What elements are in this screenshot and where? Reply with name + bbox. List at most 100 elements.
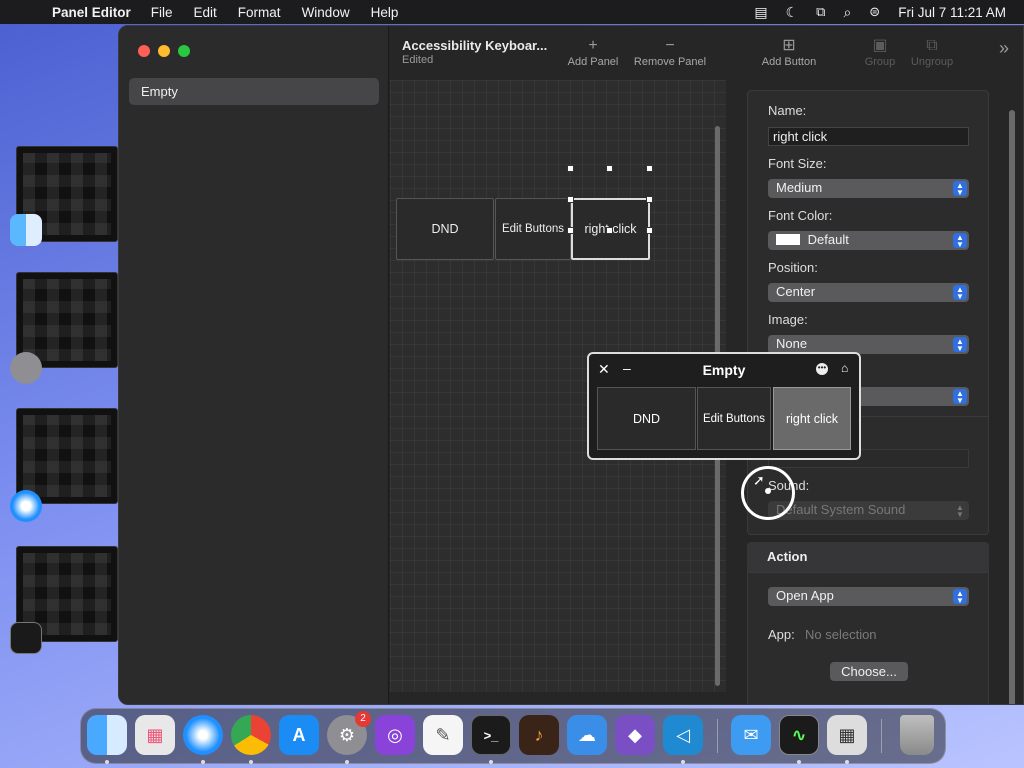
sound-popup[interactable]: Default System Sound ▲ ▼	[768, 501, 969, 520]
dock-visual-studio-icon[interactable]: ◆	[615, 715, 655, 755]
screen-mirroring-icon[interactable]: ⧉	[816, 4, 825, 20]
ungroup-button[interactable]: ⧉ Ungroup	[907, 36, 957, 68]
group-label: Group	[864, 56, 896, 68]
dock-safari-icon[interactable]	[183, 715, 223, 755]
resize-handle[interactable]	[567, 227, 574, 234]
dock-podcasts-icon[interactable]: ◎	[375, 715, 415, 755]
dock-mail-icon[interactable]: ✉	[731, 715, 771, 755]
finder-icon	[10, 214, 42, 246]
home-icon[interactable]: ⌂	[841, 361, 848, 375]
minus-icon: −	[665, 37, 675, 54]
ungroup-label: Ungroup	[910, 56, 954, 68]
add-button-button[interactable]: ⊞ Add Button	[758, 36, 820, 68]
chevron-updown-icon: ▲ ▼	[953, 337, 967, 353]
safari-icon	[10, 490, 42, 522]
more-options-icon[interactable]: •••	[816, 363, 828, 375]
font-color-popup[interactable]: Default ▲ ▼	[768, 231, 969, 250]
image-value: None	[776, 336, 808, 351]
chevron-updown-icon: ▲ ▼	[953, 389, 967, 405]
chevron-updown-icon: ▲ ▼	[953, 503, 967, 519]
activity-monitor-icon	[10, 622, 42, 654]
menubar-clock[interactable]: Fri Jul 7 11:21 AM	[898, 5, 1006, 20]
canvas-button-edit-buttons[interactable]: Edit Buttons	[495, 198, 571, 260]
menu-app-name[interactable]: Panel Editor	[52, 5, 131, 20]
window-thumbnail[interactable]	[16, 408, 118, 504]
menu-window[interactable]: Window	[302, 5, 350, 20]
action-popup[interactable]: Open App ▲ ▼	[768, 587, 969, 606]
mouse-pointer-icon: ➚	[753, 472, 765, 488]
zoom-window-button[interactable]	[178, 45, 190, 57]
dock-vscode-icon[interactable]: ◁	[663, 715, 703, 755]
document-status: Edited	[402, 54, 434, 66]
floating-panel-preview: ✕ – Empty ••• ⌂ DND Edit Buttons right c…	[587, 352, 861, 460]
menu-edit[interactable]: Edit	[194, 5, 217, 20]
resize-handle[interactable]	[606, 227, 613, 234]
dock-separator	[717, 719, 718, 753]
group-button[interactable]: ▣ Group	[862, 36, 898, 68]
running-indicator	[489, 760, 493, 764]
resize-handle[interactable]	[606, 165, 613, 172]
add-button-label: Add Button	[761, 56, 817, 68]
toolbar-overflow-button[interactable]: »	[994, 38, 1014, 58]
control-center-icon[interactable]: ⊜	[869, 4, 880, 20]
action-value: Open App	[776, 588, 834, 603]
panel-button-right-click[interactable]: right click	[773, 387, 851, 450]
running-indicator	[249, 760, 253, 764]
running-indicator	[681, 760, 685, 764]
focus-moon-icon[interactable]: ☾	[786, 4, 799, 21]
menu-file[interactable]: File	[151, 5, 173, 20]
panel-button-dnd[interactable]: DND	[597, 387, 696, 450]
dock-chrome-icon[interactable]	[231, 715, 271, 755]
dock-textedit-icon[interactable]: ✎	[423, 715, 463, 755]
chevron-right-double-icon: »	[998, 38, 1009, 58]
minimize-window-button[interactable]	[158, 45, 170, 57]
dock-garageband-icon[interactable]: ♪	[519, 715, 559, 755]
dock-app-store-icon[interactable]: A	[279, 715, 319, 755]
name-field[interactable]: right click	[768, 127, 969, 146]
spotlight-search-icon[interactable]: ⌕	[843, 4, 851, 21]
document-title: Accessibility Keyboar...	[402, 38, 548, 53]
sidebar: Empty	[119, 26, 389, 704]
chevron-updown-icon: ▲ ▼	[953, 589, 967, 605]
close-window-button[interactable]	[138, 45, 150, 57]
dock-finder-icon[interactable]	[87, 715, 127, 755]
resize-handle[interactable]	[646, 227, 653, 234]
sound-value: Default System Sound	[776, 502, 906, 517]
dock-activity-monitor-icon[interactable]: ∿	[779, 715, 819, 755]
running-indicator	[797, 760, 801, 764]
resize-handle[interactable]	[646, 196, 653, 203]
menu-format[interactable]: Format	[238, 5, 281, 20]
font-size-popup[interactable]: Medium ▲ ▼	[768, 179, 969, 198]
resize-handle[interactable]	[567, 165, 574, 172]
resize-handle[interactable]	[567, 196, 574, 203]
canvas-button-dnd[interactable]: DND	[396, 198, 494, 260]
choose-app-button[interactable]: Choose...	[830, 662, 908, 681]
color-swatch	[776, 234, 800, 245]
dock-system-settings-icon[interactable]: ⚙ 2	[327, 711, 371, 755]
dock-terminal-icon[interactable]: >_	[471, 715, 511, 755]
dock-panel-editor-icon[interactable]: ▦	[827, 715, 867, 755]
app-value: No selection	[805, 627, 877, 642]
resize-handle[interactable]	[646, 165, 653, 172]
menu-bar: Panel Editor File Edit Format Window Hel…	[0, 0, 1024, 24]
cursor-dot	[765, 488, 771, 494]
sidebar-item-empty[interactable]: Empty	[129, 78, 379, 105]
notification-badge: 2	[355, 711, 371, 727]
toolbar: Accessibility Keyboar... Edited + Add Pa…	[390, 26, 1023, 80]
image-label: Image:	[768, 312, 808, 327]
inspector-scrollbar[interactable]	[1009, 110, 1015, 704]
dock-weather-icon[interactable]: ☁	[567, 715, 607, 755]
menu-help[interactable]: Help	[371, 5, 399, 20]
font-size-label: Font Size:	[768, 156, 827, 171]
chevron-updown-icon: ▲ ▼	[953, 181, 967, 197]
add-square-icon: ⊞	[782, 37, 796, 54]
keyboard-viewer-icon[interactable]: ▤	[754, 4, 767, 21]
position-value: Center	[776, 284, 816, 299]
remove-panel-button[interactable]: − Remove Panel	[632, 36, 708, 68]
position-popup[interactable]: Center ▲ ▼	[768, 283, 969, 302]
panel-button-edit-buttons[interactable]: Edit Buttons	[697, 387, 771, 450]
dock-separator	[881, 719, 882, 753]
dock-trash-icon[interactable]	[900, 715, 934, 755]
add-panel-button[interactable]: + Add Panel	[565, 36, 621, 68]
dock-launchpad-icon[interactable]: ▦	[135, 715, 175, 755]
